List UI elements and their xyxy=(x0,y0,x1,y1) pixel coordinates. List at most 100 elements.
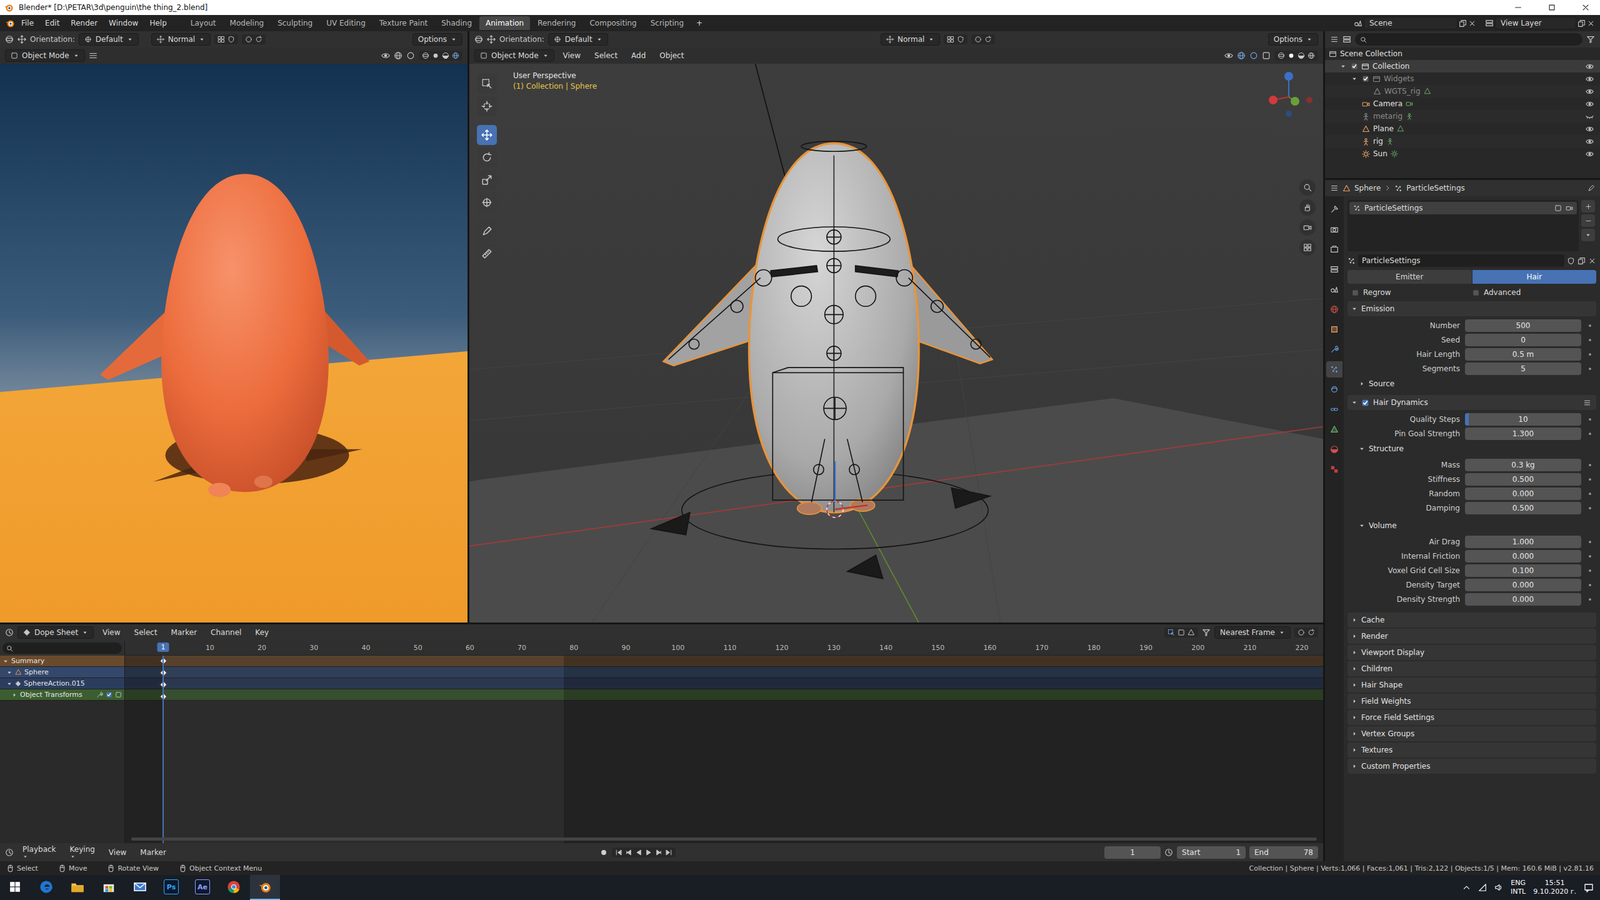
properties-tab[interactable] xyxy=(1326,301,1343,318)
clock-icon[interactable] xyxy=(1164,848,1174,857)
keyframe-dot-icon[interactable] xyxy=(1586,490,1594,498)
panel-header[interactable]: Textures xyxy=(1347,742,1597,758)
workspace-tab[interactable]: Modeling xyxy=(223,16,271,30)
panel-header[interactable]: Emission xyxy=(1347,301,1597,317)
subpanel-header[interactable]: Source xyxy=(1347,376,1597,392)
viewport-menu[interactable]: Add xyxy=(626,49,651,62)
lock-icon[interactable] xyxy=(115,691,122,699)
eye-icon[interactable] xyxy=(1585,75,1594,84)
network-icon[interactable] xyxy=(1478,883,1487,892)
viewport-toggle-icon[interactable] xyxy=(1554,204,1562,212)
outliner-row[interactable]: Widgets xyxy=(1325,72,1600,85)
gizmo-icon[interactable] xyxy=(393,51,403,60)
tool-button[interactable] xyxy=(476,221,497,242)
panel-header[interactable]: Force Field Settings xyxy=(1347,710,1597,725)
panel-header[interactable]: Field Weights xyxy=(1347,693,1597,709)
collapsed-icon[interactable] xyxy=(11,691,18,699)
include-checkbox-icon[interactable] xyxy=(1350,62,1359,70)
main-menu-item[interactable]: Render xyxy=(65,16,103,30)
unlink-icon[interactable] xyxy=(1588,256,1597,265)
start-button[interactable] xyxy=(0,875,30,900)
taskbar-app[interactable] xyxy=(93,875,124,900)
playback-menu[interactable]: Marker xyxy=(135,846,171,859)
properties-tab[interactable] xyxy=(1326,401,1343,418)
subpanel-header[interactable]: Structure xyxy=(1347,441,1597,457)
workspace-tab[interactable]: Layout xyxy=(184,16,223,30)
keyframe-dot-icon[interactable] xyxy=(1586,430,1594,438)
slider-field[interactable]: 10 xyxy=(1465,413,1582,426)
editor-type-icon[interactable] xyxy=(5,628,14,637)
properties-tab[interactable] xyxy=(1326,241,1343,258)
filter-icon[interactable] xyxy=(1201,628,1211,637)
number-field[interactable]: 5 xyxy=(1465,362,1582,375)
outliner-row[interactable]: metarig xyxy=(1325,110,1600,123)
view-layer-icon[interactable] xyxy=(1485,18,1494,28)
transform-orientation-dropdown[interactable]: Normal xyxy=(151,33,211,46)
keyframe-dot-icon[interactable] xyxy=(1586,595,1594,604)
keyframe-dot-icon[interactable] xyxy=(1586,566,1594,575)
maximize-button[interactable] xyxy=(1537,0,1567,15)
proportional-group[interactable] xyxy=(1294,627,1319,638)
panel-header[interactable]: Viewport Display xyxy=(1347,645,1597,660)
add-system-button[interactable] xyxy=(1581,200,1595,213)
panel-header[interactable]: Vertex Groups xyxy=(1347,726,1597,742)
new-scene-icon[interactable] xyxy=(1458,19,1467,28)
visibility-icon[interactable] xyxy=(381,51,390,60)
transport-controls[interactable] xyxy=(611,847,676,858)
number-field[interactable]: 0.5 m xyxy=(1465,348,1582,361)
snap-group[interactable] xyxy=(214,34,239,45)
outliner-row[interactable]: Camera xyxy=(1325,97,1600,110)
expanded-icon[interactable] xyxy=(2,658,9,665)
mute-icon[interactable] xyxy=(105,691,113,699)
eye-icon[interactable] xyxy=(1585,100,1594,109)
editor-mode-dropdown[interactable]: Dope Sheet xyxy=(17,626,94,639)
workspace-tab[interactable]: Sculpting xyxy=(271,16,319,30)
taskbar-app[interactable] xyxy=(125,875,155,900)
orientation-dropdown[interactable]: Default xyxy=(78,33,139,46)
mode-dropdown[interactable]: Object Mode xyxy=(5,49,85,62)
pin-icon[interactable] xyxy=(1587,184,1595,192)
number-field[interactable]: 1.000 xyxy=(1465,535,1582,549)
frame-ruler[interactable]: 1020304050607080901001101201301401501601… xyxy=(125,640,1324,656)
current-frame[interactable]: 1 xyxy=(157,642,170,652)
datablock-name[interactable]: ParticleSettings xyxy=(1358,254,1565,267)
particle-type-option[interactable]: Hair xyxy=(1472,270,1597,284)
options-dropdown[interactable]: Options xyxy=(1268,33,1319,46)
keyframe-dot-icon[interactable] xyxy=(1586,350,1594,359)
end-frame-field[interactable]: End78 xyxy=(1249,846,1319,859)
playback-menu[interactable]: View xyxy=(103,846,132,859)
editor-type-icon[interactable] xyxy=(1330,183,1339,193)
viewport-menu[interactable]: View xyxy=(558,49,586,62)
properties-tab[interactable] xyxy=(1326,361,1343,378)
taskbar-app[interactable] xyxy=(218,875,249,900)
keyframe-dot-icon[interactable] xyxy=(1586,415,1594,424)
particle-type-option[interactable]: Emitter xyxy=(1347,270,1472,284)
particle-system-item[interactable]: ParticleSettings xyxy=(1349,201,1577,215)
number-field[interactable]: 0.100 xyxy=(1465,564,1582,577)
xray-icon[interactable] xyxy=(1261,51,1271,60)
properties-tab[interactable] xyxy=(1326,221,1343,238)
editor-type-icon[interactable] xyxy=(5,35,14,44)
keyframe-dot-icon[interactable] xyxy=(1586,321,1594,330)
render-toggle-icon[interactable] xyxy=(1565,204,1574,212)
blender-menu-icon[interactable] xyxy=(5,18,15,29)
editor-type-icon[interactable] xyxy=(474,35,484,44)
workspace-tab[interactable]: Scripting xyxy=(644,16,690,30)
number-field[interactable]: 500 xyxy=(1465,319,1582,332)
start-frame-field[interactable]: Start1 xyxy=(1176,846,1246,859)
keyframe-dot-icon[interactable] xyxy=(1586,336,1594,344)
number-field[interactable]: 0.3 kg xyxy=(1465,458,1582,472)
render-canvas[interactable] xyxy=(0,63,468,623)
playback-menu[interactable]: Keying xyxy=(65,843,100,862)
main-menu-item[interactable]: Window xyxy=(103,16,144,30)
eye-icon[interactable] xyxy=(1585,87,1594,96)
workspace-tab[interactable]: UV Editing xyxy=(320,16,372,30)
delete-layer-icon[interactable] xyxy=(1586,19,1595,28)
panel-header[interactable]: Children xyxy=(1347,661,1597,677)
taskbar-app[interactable]: Ae xyxy=(187,875,218,900)
expanded-icon[interactable] xyxy=(1340,63,1347,70)
checkbox[interactable]: Advanced xyxy=(1471,288,1593,297)
minimize-button[interactable] xyxy=(1503,0,1533,15)
modifier-icon[interactable] xyxy=(96,691,104,699)
keyframe-dot-icon[interactable] xyxy=(1586,552,1594,560)
